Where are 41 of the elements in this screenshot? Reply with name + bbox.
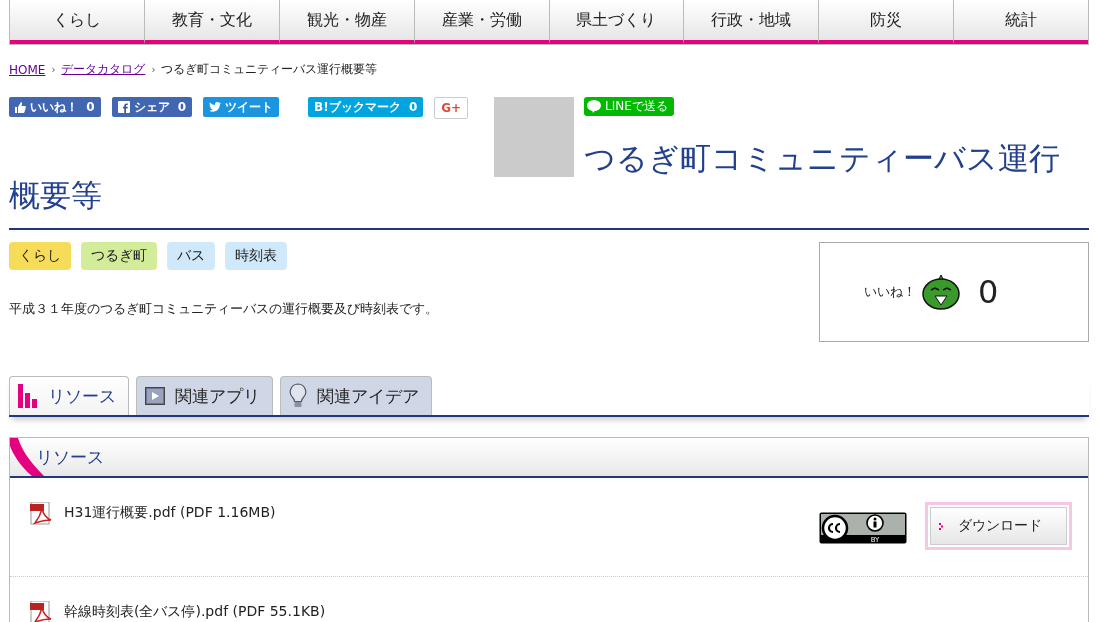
nav-item[interactable]: くらし <box>10 0 145 44</box>
tag[interactable]: つるぎ町 <box>81 242 157 270</box>
tag[interactable]: くらし <box>9 242 71 270</box>
nav-item[interactable]: 観光・物産 <box>279 0 415 44</box>
breadcrumb-link[interactable]: HOME <box>9 62 46 77</box>
nav-item[interactable]: 行政・地域 <box>684 0 820 44</box>
nav-item[interactable]: 県土づくり <box>549 0 685 44</box>
nav-item[interactable]: 防災 <box>819 0 955 44</box>
like-label: いいね！ <box>864 283 916 301</box>
video-icon <box>145 387 165 405</box>
nav-item[interactable]: 教育・文化 <box>144 0 280 44</box>
like-button[interactable]: いいね！ 0 <box>9 97 101 117</box>
download-button[interactable]: ダウンロード <box>930 507 1067 545</box>
tag[interactable]: 時刻表 <box>225 242 287 270</box>
description: 平成３１年度のつるぎ町コミュニティーバスの運行概要及び時刻表です。 <box>9 300 438 318</box>
breadcrumb-separator: › <box>51 64 56 75</box>
light-bulb-icon <box>289 383 307 409</box>
breadcrumb-separator: › <box>151 64 156 75</box>
facebook-icon <box>117 101 130 113</box>
panel-title: リソース <box>36 445 104 469</box>
page-title: つるぎ町コミュニティーバス運行概要等 <box>9 140 1061 214</box>
like-count: 0 <box>978 273 999 311</box>
breadcrumb-link[interactable]: データカタログ <box>61 61 146 78</box>
pdf-file-icon <box>30 601 54 622</box>
chat-bubble-icon <box>587 100 601 113</box>
share-button[interactable]: シェア 0 <box>111 97 193 117</box>
tab[interactable]: リソース <box>9 376 129 415</box>
file-name: 幹線時刻表(全バス停).pdf (PDF 55.1KB) <box>64 603 327 621</box>
tag[interactable]: バス <box>167 242 215 270</box>
current-page-label: つるぎ町コミュニティーバス運行概要等 <box>161 61 378 78</box>
nav-item[interactable]: 産業・労働 <box>414 0 550 44</box>
file-name: H31運行概要.pdf (PDF 1.16MB) <box>64 504 277 522</box>
bird-icon <box>209 102 222 112</box>
caret-icon <box>939 522 944 530</box>
thumbs-up-icon <box>15 101 26 113</box>
tab[interactable]: 関連アイデア <box>280 376 432 415</box>
bar-chart-icon <box>18 384 38 408</box>
tab[interactable]: 関連アプリ <box>136 376 273 415</box>
smiling-mascot-icon[interactable] <box>922 274 960 310</box>
plus-button[interactable]: G+ <box>434 97 469 119</box>
pdf-file-icon <box>30 502 54 526</box>
